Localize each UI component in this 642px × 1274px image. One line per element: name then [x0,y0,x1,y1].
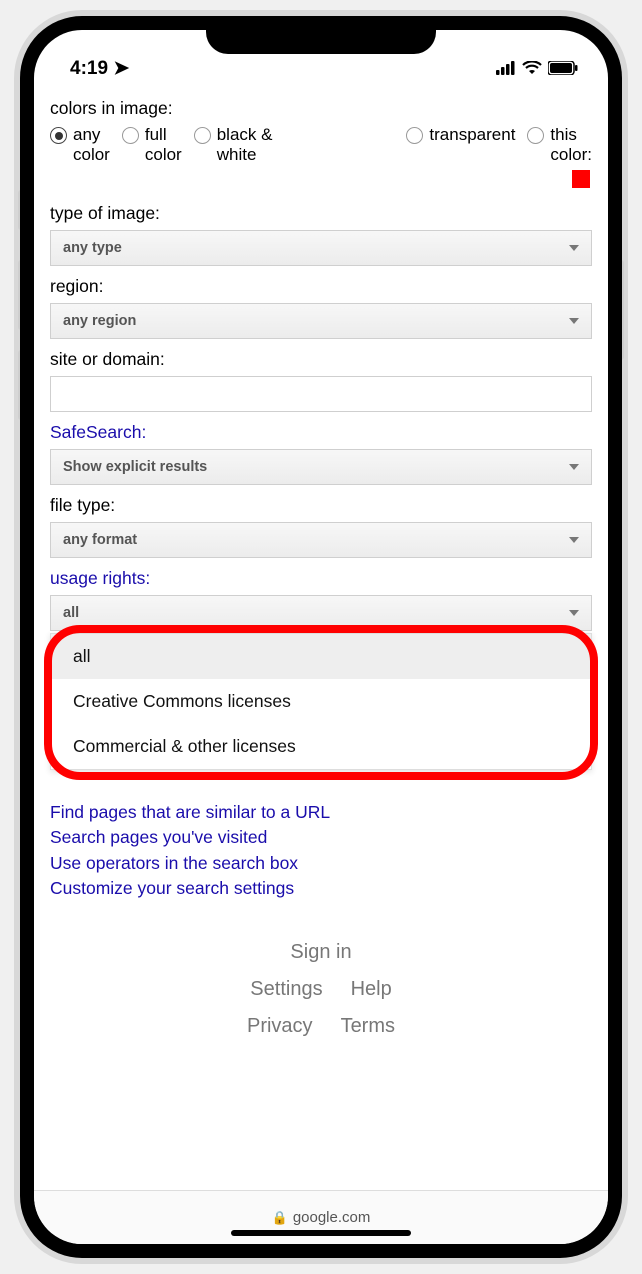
usage-option-cc[interactable]: Creative Commons licenses [51,679,591,724]
radio-full-color[interactable]: fullcolor [122,125,182,166]
help-links: Find pages that are similar to a URL Sea… [50,800,592,902]
chevron-down-icon [569,537,579,543]
chevron-down-icon [569,318,579,324]
safesearch-label[interactable]: SafeSearch: [50,422,592,443]
usage-option-commercial[interactable]: Commercial & other licenses [51,724,591,769]
color-swatch-row [50,170,590,193]
settings-link[interactable]: Settings [250,978,322,1001]
radio-label: transparent [429,125,515,145]
radio-icon [406,127,423,144]
link-visited[interactable]: Search pages you've visited [50,825,592,850]
wifi-icon [522,61,542,75]
radio-label: thiscolor: [550,125,592,166]
color-radio-row: anycolor fullcolor black &white transpar… [50,125,592,166]
dropdown-value: all [63,605,79,621]
dropdown-value: any format [63,532,137,548]
page-content: colors in image: anycolor fullcolor blac… [34,86,608,1190]
radio-any-color[interactable]: anycolor [50,125,110,166]
radio-icon [527,127,544,144]
privacy-link[interactable]: Privacy [247,1015,313,1038]
link-customize[interactable]: Customize your search settings [50,876,592,901]
type-dropdown[interactable]: any type [50,230,592,266]
status-time: 4:19 ➤ [70,57,129,80]
location-icon: ➤ [113,58,129,79]
site-label: site or domain: [50,349,592,370]
help-link[interactable]: Help [351,978,392,1001]
radio-black-white[interactable]: black &white [194,125,273,166]
filetype-label: file type: [50,495,592,516]
radio-icon [50,127,67,144]
radio-transparent[interactable]: transparent [406,125,515,145]
type-label: type of image: [50,203,592,224]
radio-icon [122,127,139,144]
link-similar-url[interactable]: Find pages that are similar to a URL [50,800,592,825]
usage-rights-popup: all Creative Commons licenses Commercial… [50,633,592,770]
dropdown-value: any region [63,313,136,329]
radio-label: anycolor [73,125,110,166]
region-dropdown[interactable]: any region [50,303,592,339]
filetype-dropdown[interactable]: any format [50,522,592,558]
radio-label: black &white [217,125,273,166]
lock-icon: 🔒 [272,1210,288,1226]
terms-link[interactable]: Terms [341,1015,395,1038]
dropdown-value: Show explicit results [63,459,207,475]
footer-links: Sign in Settings Help Privacy Terms [50,941,592,1038]
radio-this-color[interactable]: thiscolor: [527,125,592,166]
signin-link[interactable]: Sign in [290,941,351,964]
usage-option-all[interactable]: all [51,634,591,679]
usage-rights-label[interactable]: usage rights: [50,568,592,589]
cellular-icon [496,61,516,75]
screen: 4:19 ➤ colors in image: [34,30,608,1244]
battery-icon [548,61,578,75]
color-swatch[interactable] [572,170,590,188]
status-right [496,61,578,75]
link-operators[interactable]: Use operators in the search box [50,851,592,876]
address-domain: google.com [293,1209,371,1226]
phone-bezel: 4:19 ➤ colors in image: [20,16,622,1258]
chevron-down-icon [569,464,579,470]
colors-label: colors in image: [50,98,592,119]
phone-frame: 4:19 ➤ colors in image: [14,10,628,1264]
usage-rights-popup-wrap: all Creative Commons licenses Commercial… [50,633,592,770]
chevron-down-icon [569,610,579,616]
usage-rights-dropdown[interactable]: all [50,595,592,631]
safesearch-dropdown[interactable]: Show explicit results [50,449,592,485]
dropdown-value: any type [63,240,122,256]
radio-label: fullcolor [145,125,182,166]
chevron-down-icon [569,245,579,251]
notch [206,16,436,54]
home-indicator[interactable] [231,1230,411,1236]
region-label: region: [50,276,592,297]
clock-text: 4:19 [70,58,108,79]
radio-icon [194,127,211,144]
site-input[interactable] [50,376,592,412]
